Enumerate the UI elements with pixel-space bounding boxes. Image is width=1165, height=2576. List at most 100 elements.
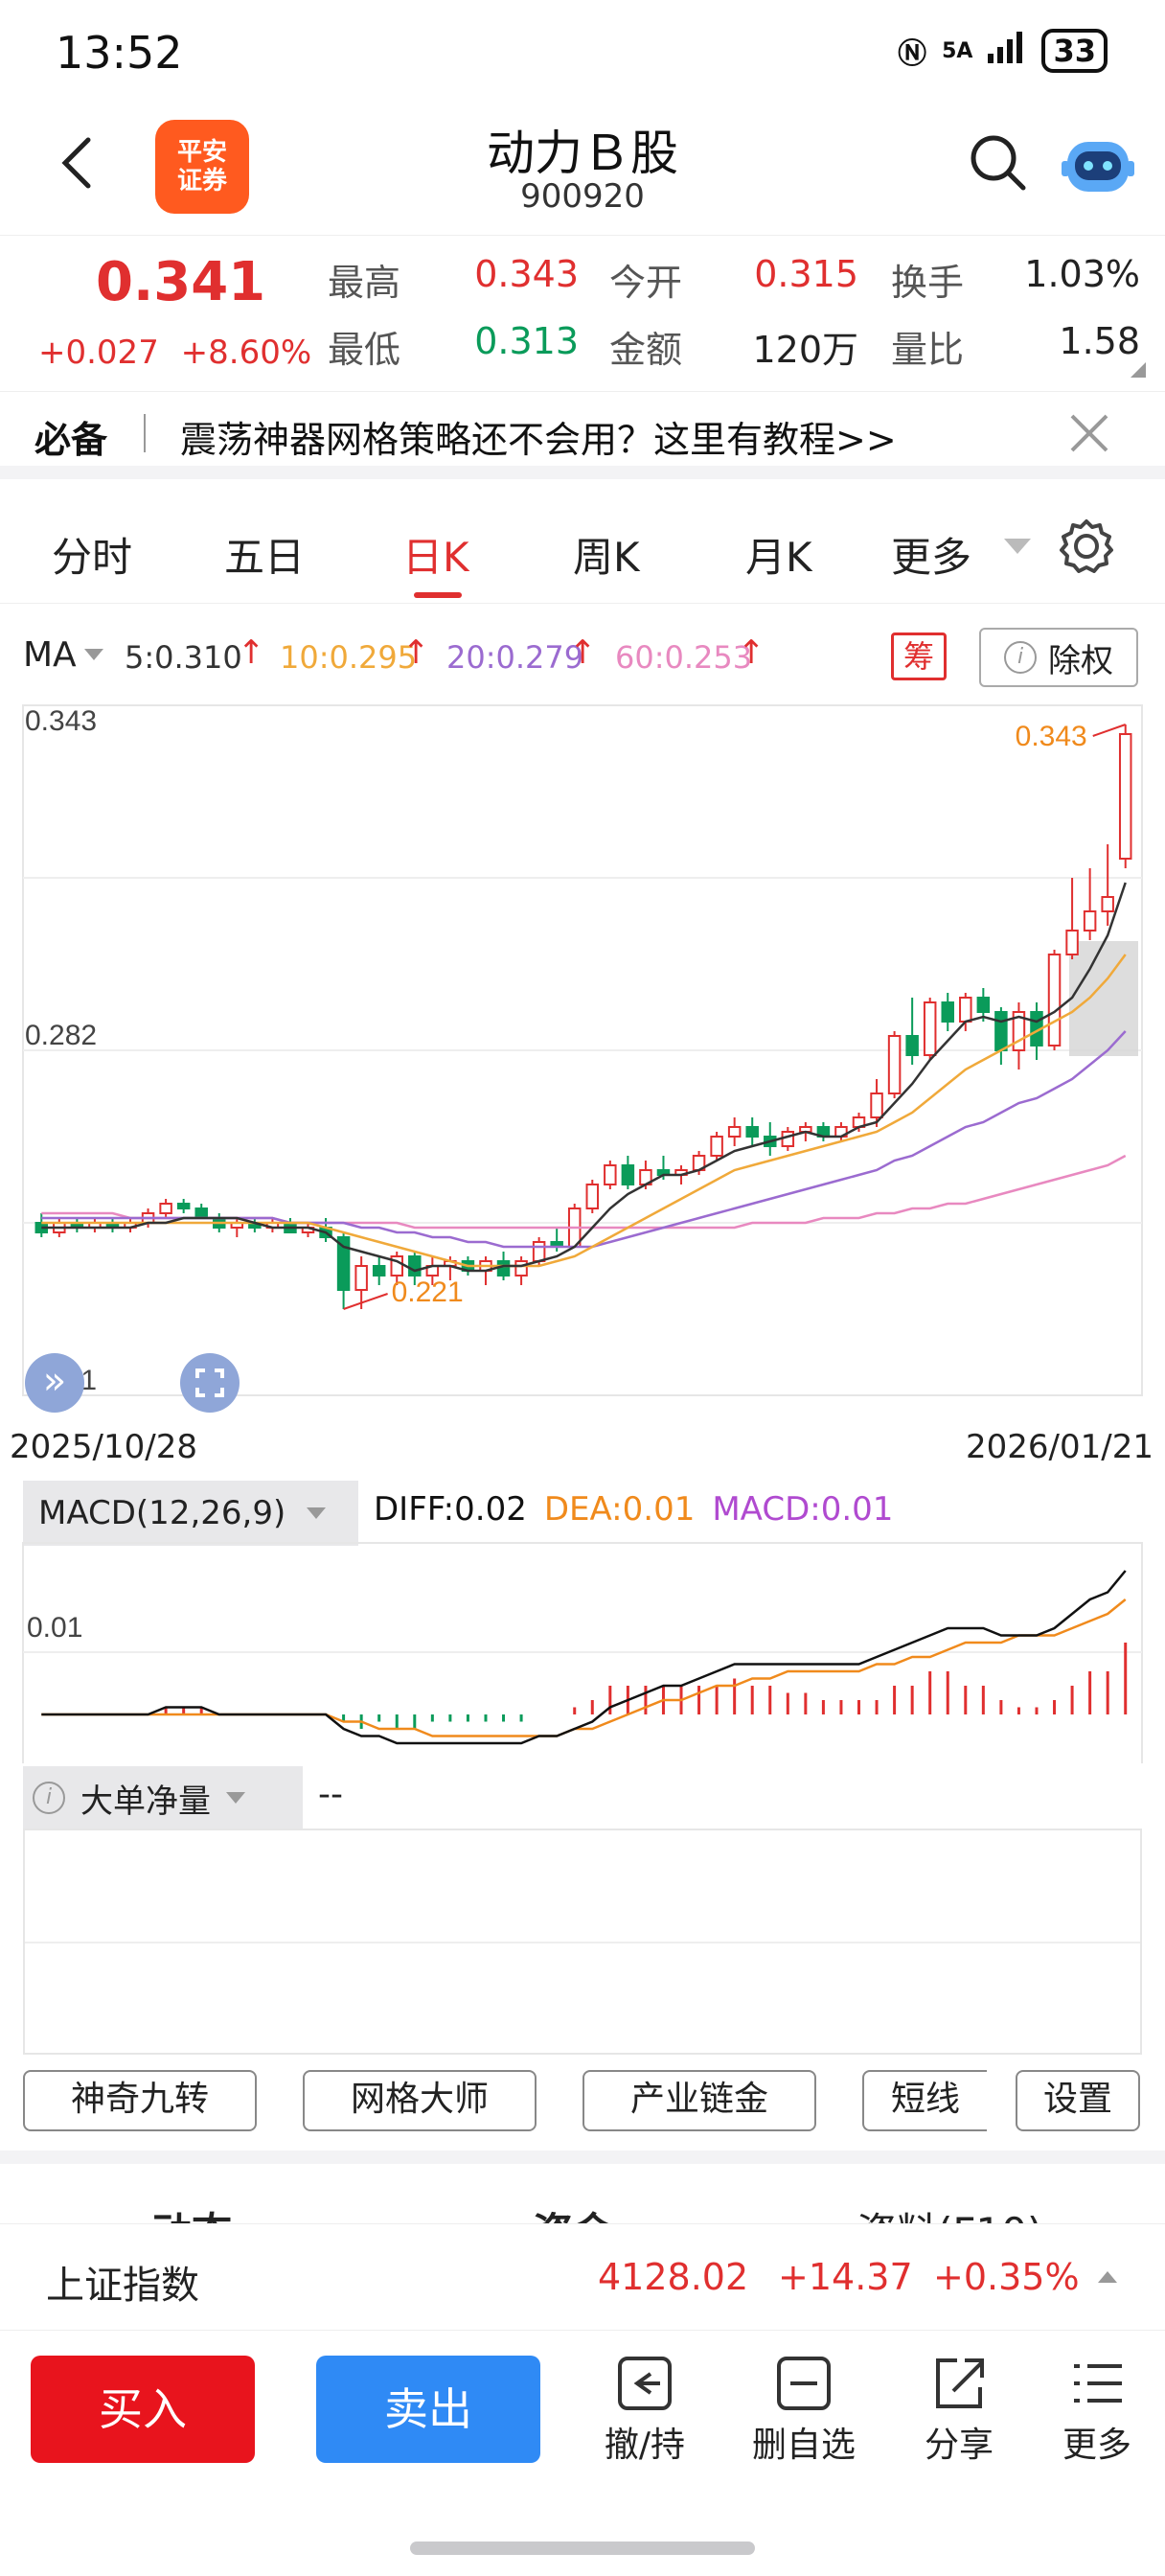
- tab-weekly-k[interactable]: 周K: [573, 525, 640, 584]
- tab-five-day[interactable]: 五日: [224, 525, 305, 584]
- ma20-up-arrow-icon: ↑: [569, 633, 597, 672]
- amount-value: 120万: [752, 329, 858, 371]
- candle-body: [905, 1035, 919, 1056]
- cancel-hold-label: 撤/持: [604, 2426, 686, 2465]
- volume-ratio-value: 1.58: [1059, 320, 1140, 362]
- ma-selector[interactable]: MA: [23, 635, 77, 675]
- share-label: 分享: [924, 2426, 994, 2465]
- home-indicator[interactable]: [410, 2542, 755, 2555]
- info-icon: i: [1004, 641, 1037, 674]
- macd-dea: DEA:0.01: [543, 1490, 696, 1529]
- search-button[interactable]: [968, 132, 1029, 197]
- notice-tag: 必备: [34, 419, 108, 461]
- candle-body: [959, 997, 972, 1023]
- chart-settings-button[interactable]: [1058, 518, 1115, 579]
- tab-profile[interactable]: 资料(F10): [857, 2200, 1042, 2223]
- more-button[interactable]: 更多: [1035, 2350, 1159, 2467]
- ma10-value: 10:0.295: [280, 639, 418, 676]
- high-label: 最高: [328, 262, 401, 304]
- remove-favorite-icon: [742, 2350, 866, 2417]
- chip-distribution-button[interactable]: 筹: [891, 632, 947, 680]
- industry-chain-button[interactable]: 产业链金: [582, 2070, 816, 2131]
- more-label: 更多: [1062, 2426, 1131, 2465]
- battery-icon: 33: [1041, 29, 1108, 73]
- candle-body: [923, 1001, 937, 1056]
- more-dropdown-icon[interactable]: [1004, 539, 1031, 554]
- buy-button[interactable]: 买入: [31, 2356, 255, 2463]
- change-value: +0.027: [38, 334, 159, 372]
- candle-body: [194, 1208, 208, 1219]
- notice-divider: [144, 414, 146, 452]
- ma60-up-arrow-icon: ↑: [738, 633, 765, 672]
- tab-intraday[interactable]: 分时: [52, 525, 132, 584]
- active-tab-indicator: [414, 592, 462, 598]
- ma-dropdown-icon[interactable]: [84, 649, 103, 660]
- macd-macd: MACD:0.01: [712, 1490, 894, 1529]
- candle-body: [372, 1265, 386, 1276]
- macd-diff-line: [41, 1570, 1127, 1745]
- cancel-hold-button[interactable]: 撤/持: [582, 2350, 707, 2467]
- index-name: 上证指数: [46, 2264, 199, 2308]
- volume-ratio-label: 量比: [891, 329, 965, 371]
- tab-news[interactable]: 动态: [151, 2200, 232, 2223]
- sell-button[interactable]: 卖出: [316, 2356, 540, 2463]
- kline-chart[interactable]: 0.343 0.282 0.221 0.3430.221: [0, 690, 1165, 1428]
- short-term-button[interactable]: 短线: [862, 2070, 987, 2131]
- magic-nine-button[interactable]: 神奇九转: [23, 2070, 257, 2131]
- search-icon: [971, 135, 1026, 191]
- candle-body: [176, 1203, 191, 1209]
- high-value: 0.343: [474, 253, 579, 295]
- candle-body: [408, 1255, 422, 1276]
- network-label: 5A: [942, 38, 973, 63]
- share-button[interactable]: 分享: [897, 2350, 1021, 2467]
- index-change-percent: +0.35%: [933, 2256, 1080, 2298]
- min-marker-line: [343, 1293, 388, 1310]
- index-change: +14.37: [778, 2256, 913, 2298]
- grid-master-button[interactable]: 网格大师: [303, 2070, 537, 2131]
- y-top-label: 0.343: [25, 705, 97, 737]
- tab-daily-k[interactable]: 日K: [402, 525, 469, 584]
- candle-body: [745, 1126, 759, 1138]
- tab-monthly-k[interactable]: 月K: [745, 525, 812, 584]
- low-value: 0.313: [474, 320, 579, 362]
- candle-body: [710, 1136, 723, 1157]
- candle-body: [887, 1035, 902, 1094]
- y-mid-label: 0.282: [25, 1020, 97, 1051]
- tools-settings-button[interactable]: 设置: [1016, 2070, 1140, 2131]
- expand-corner-icon[interactable]: [1131, 362, 1146, 378]
- cancel-order-icon: [582, 2350, 707, 2417]
- remove-favorite-button[interactable]: 删自选: [742, 2350, 866, 2467]
- close-icon: [1070, 414, 1108, 452]
- candle-body: [496, 1260, 511, 1276]
- candle-body: [870, 1092, 883, 1118]
- ex-rights-button[interactable]: i 除权: [979, 628, 1138, 687]
- open-value: 0.315: [754, 253, 858, 295]
- menu-list-icon: [1035, 2350, 1159, 2417]
- tab-funds[interactable]: 资金: [533, 2200, 613, 2223]
- tab-more[interactable]: 更多: [891, 525, 971, 584]
- min-price-label: 0.221: [392, 1276, 464, 1308]
- macd-indicator-selector[interactable]: MACD(12,26,9): [23, 1481, 358, 1546]
- candle-body: [1065, 930, 1079, 955]
- fullscreen-button[interactable]: [180, 1353, 240, 1413]
- ma20-value: 20:0.279: [446, 639, 584, 676]
- big-order-chart: [23, 1828, 1142, 2055]
- big-order-value: --: [318, 1775, 343, 1814]
- price-change: +0.027 +8.60%: [38, 334, 311, 372]
- scroll-right-button[interactable]: »: [25, 1353, 84, 1413]
- candle-body: [1047, 954, 1062, 1046]
- notice-text[interactable]: 震荡神器网格策略还不会用？这里有教程>>: [180, 410, 897, 463]
- macd-chart[interactable]: 0.01: [0, 1541, 1165, 1763]
- candle-body: [781, 1131, 795, 1147]
- assistant-button[interactable]: [1062, 132, 1134, 201]
- candle-body: [1118, 733, 1132, 860]
- big-order-selector[interactable]: i 大单净量: [23, 1766, 303, 1829]
- close-notice-button[interactable]: [1068, 412, 1110, 465]
- candle-body: [621, 1164, 635, 1185]
- candle-body: [1101, 896, 1114, 912]
- big-order-label: 大单净量: [80, 1782, 211, 1821]
- lower-tabs: 动态 资金 资料(F10): [0, 2164, 1165, 2223]
- big-order-dropdown-icon: [226, 1792, 245, 1804]
- expand-up-icon[interactable]: [1098, 2271, 1117, 2283]
- grid-line: [25, 1942, 1140, 1944]
